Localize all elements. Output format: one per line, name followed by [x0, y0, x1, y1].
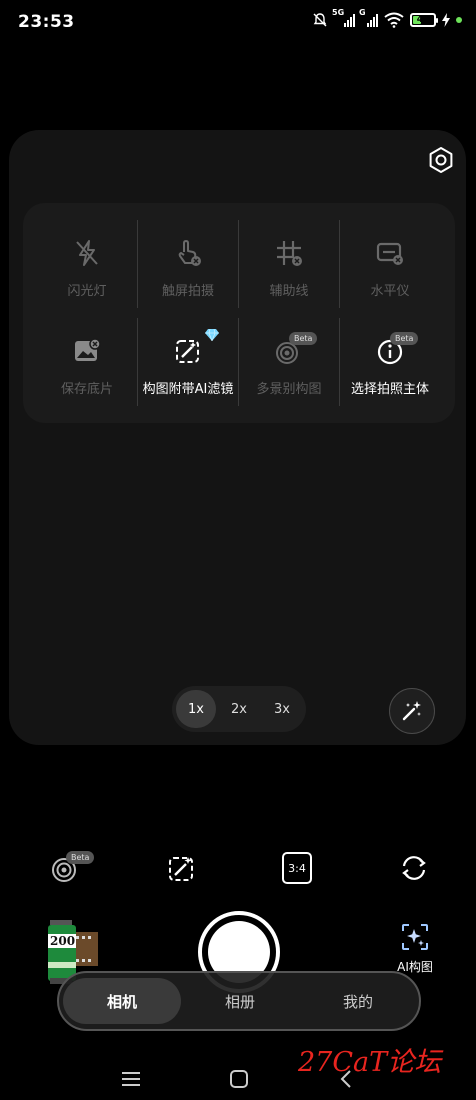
charging-bolt-icon: [442, 13, 450, 27]
ai-filter-icon: [176, 340, 199, 363]
subject-select-toggle[interactable]: 选择拍照主体: [340, 318, 440, 414]
save-original-toggle[interactable]: 保存底片: [37, 318, 137, 414]
level-label: 水平仪: [370, 284, 410, 299]
ai-filter-label: 构图附带AI滤镜: [142, 382, 234, 397]
grid-lines-icon: [277, 241, 302, 266]
zoom-selector: 1x 2x 3x: [172, 686, 306, 732]
grid-lines-toggle[interactable]: 辅助线: [239, 220, 339, 316]
diamond-premium-icon: [205, 329, 219, 341]
forum-watermark: 27CaT论坛: [298, 1047, 442, 1078]
wifi-icon: [384, 12, 404, 28]
grid-lines-label: 辅助线: [269, 284, 309, 299]
flash-toggle[interactable]: 闪光灯: [37, 220, 137, 316]
tab-album[interactable]: 相册: [181, 978, 299, 1024]
tab-camera[interactable]: 相机: [63, 978, 181, 1024]
status-icons: 5G G 47: [312, 8, 462, 28]
touch-capture-label: 触屏拍摄: [161, 284, 214, 299]
battery-icon: 47: [410, 13, 438, 27]
mute-bell-icon: [313, 13, 327, 27]
ai-filter-icon[interactable]: [166, 852, 198, 884]
switch-camera-icon[interactable]: [398, 852, 430, 884]
save-original-label: 保存底片: [60, 382, 113, 397]
level-toggle[interactable]: 水平仪: [340, 220, 440, 316]
ai-filter-toggle[interactable]: 构图附带AI滤镜: [138, 318, 238, 414]
film-iso-label: 200: [50, 934, 76, 948]
beta-badge: Beta: [66, 851, 95, 864]
settings-gear-icon[interactable]: [427, 146, 455, 174]
save-original-icon: [75, 338, 101, 361]
flash-off-icon: [76, 240, 98, 266]
signal-g-icon: G: [359, 8, 378, 27]
beta-badge: Beta: [289, 332, 318, 345]
beta-badge: Beta: [390, 332, 419, 345]
bottom-tab-bar: 相机 相册 我的: [57, 971, 421, 1031]
multi-shot-toggle[interactable]: 多景别构图: [239, 318, 339, 414]
menu-icon[interactable]: [120, 1068, 142, 1090]
tab-mine[interactable]: 我的: [299, 978, 417, 1024]
signal-5g-icon: 5G: [332, 8, 355, 27]
level-icon: [376, 242, 403, 265]
home-icon[interactable]: [228, 1068, 250, 1090]
touch-capture-icon: [178, 240, 201, 266]
ai-compose-icon: [402, 924, 428, 950]
status-bar: 23:53 5G G 47: [0, 0, 476, 44]
multi-shot-label: 多景别构图: [256, 382, 322, 397]
status-time: 23:53: [18, 12, 75, 32]
magic-wand-icon: [402, 701, 421, 721]
aspect-ratio-button[interactable]: 3:4: [282, 852, 312, 884]
zoom-1x[interactable]: 1x: [176, 690, 216, 728]
subject-select-label: 选择拍照主体: [350, 382, 429, 397]
battery-level: 47: [416, 15, 430, 25]
magic-wand-button[interactable]: [389, 688, 435, 734]
flash-label: 闪光灯: [67, 284, 107, 299]
charging-dot-icon: [456, 17, 462, 23]
zoom-2x[interactable]: 2x: [219, 690, 259, 728]
aspect-ratio-label: 3:4: [288, 861, 306, 875]
zoom-3x[interactable]: 3x: [262, 690, 302, 728]
touch-capture-toggle[interactable]: 触屏拍摄: [138, 220, 238, 316]
